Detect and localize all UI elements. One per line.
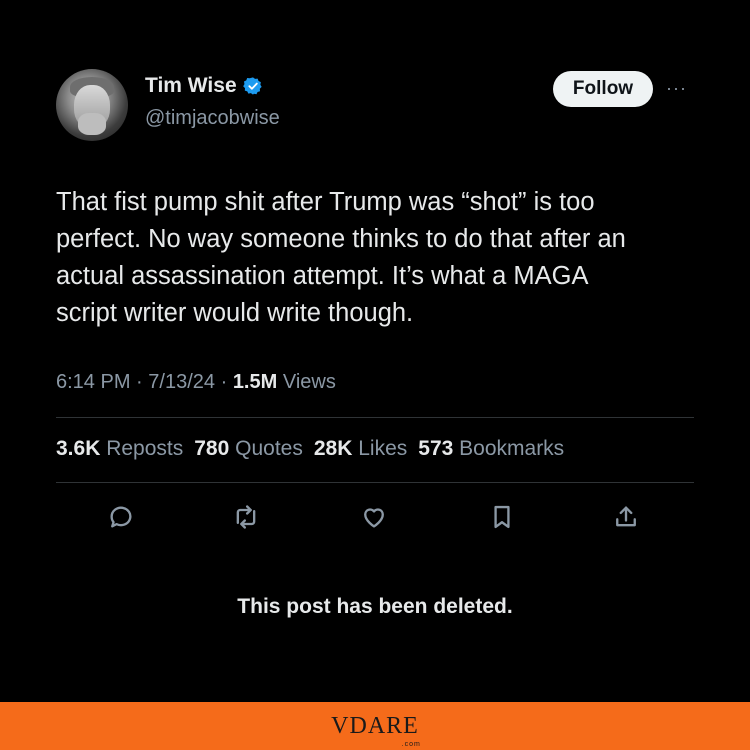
tweet-card: Tim Wise @timjacobwise Follow ··· That f…	[0, 0, 750, 702]
verified-badge-icon	[242, 77, 262, 95]
tweet-meta: 6:14 PM · 7/13/24 · 1.5M Views	[56, 371, 336, 394]
footer-banner: VDARE .com	[0, 702, 750, 750]
handle[interactable]: @timjacobwise	[145, 107, 280, 130]
deleted-notice: This post has been deleted.	[237, 595, 513, 618]
avatar[interactable]	[56, 69, 128, 141]
stat-label: Likes	[358, 437, 408, 460]
author-name-row[interactable]: Tim Wise	[145, 74, 263, 98]
views-label: Views	[282, 371, 336, 393]
tweet-text-line: actual assassination attempt. It’s what …	[56, 262, 589, 290]
stat-number: 3.6K	[56, 437, 101, 460]
more-options-icon[interactable]: ···	[666, 78, 687, 99]
meta-separator: ·	[136, 371, 143, 393]
tweet-text-line: That fist pump shit after Trump was “sho…	[56, 188, 595, 216]
share-icon[interactable]	[612, 503, 642, 533]
tweet-text-line: perfect. No way someone thinks to do tha…	[56, 225, 626, 253]
stat-label: Quotes	[235, 437, 303, 460]
avatar-beard	[78, 113, 106, 135]
follow-button[interactable]: Follow	[553, 71, 653, 107]
logo-suffix: .com	[401, 740, 421, 748]
vdare-logo[interactable]: VDARE .com	[331, 712, 420, 748]
divider	[56, 417, 694, 418]
meta-separator: ·	[220, 371, 228, 393]
action-bar	[0, 503, 750, 533]
stat-label: Reposts	[106, 437, 184, 460]
bookmark-icon[interactable]	[488, 503, 518, 533]
tweet-time[interactable]: 6:14 PM	[56, 371, 130, 393]
stat-number: 780	[194, 437, 230, 460]
tweet-text: That fist pump shit after Trump was “sho…	[56, 184, 706, 332]
stat-bookmarks[interactable]: 573 Bookmarks	[418, 437, 564, 461]
stat-likes[interactable]: 28K Likes	[314, 437, 407, 461]
stat-quotes[interactable]: 780 Quotes	[194, 437, 303, 461]
like-icon[interactable]	[360, 503, 390, 533]
reply-icon[interactable]	[107, 503, 137, 533]
tweet-date[interactable]: 7/13/24	[148, 371, 215, 393]
views-count: 1.5M	[232, 371, 278, 393]
logo-text: VDARE	[331, 712, 419, 739]
engagement-stats: 3.6K Reposts 780 Quotes 28K Likes 573 Bo…	[56, 437, 564, 461]
tweet-text-line: script writer would write though.	[56, 299, 414, 327]
repost-icon[interactable]	[232, 503, 262, 533]
divider	[56, 482, 694, 483]
stat-number: 28K	[313, 437, 353, 460]
stat-number: 573	[418, 437, 454, 460]
stat-label: Bookmarks	[459, 437, 565, 460]
display-name[interactable]: Tim Wise	[145, 74, 237, 98]
stat-reposts[interactable]: 3.6K Reposts	[56, 437, 183, 461]
